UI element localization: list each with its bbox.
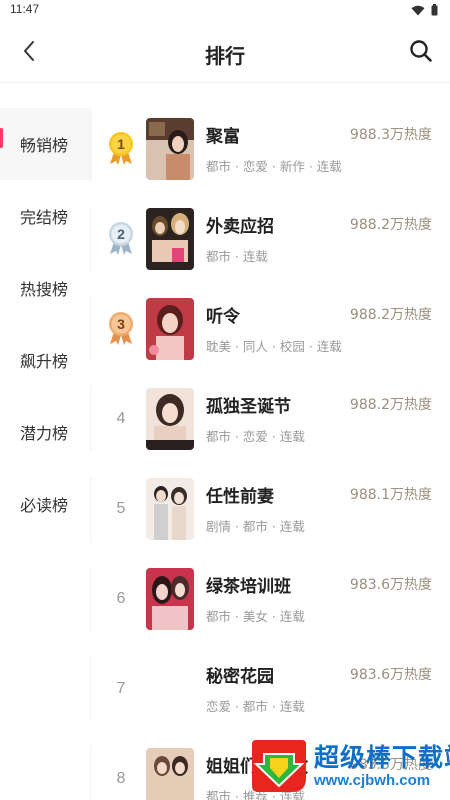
- cover-image: [146, 478, 194, 540]
- rank-number: 7: [116, 680, 126, 697]
- silver-medal-icon: 2: [109, 222, 133, 255]
- comic-cover[interactable]: [146, 748, 194, 800]
- cover-image: [146, 298, 194, 360]
- gold-medal-icon: 1: [109, 132, 133, 165]
- comic-cover[interactable]: [146, 298, 194, 360]
- watermark-text: 超级棒下载站: [314, 743, 450, 772]
- heat-count: 988.2万热度: [349, 397, 432, 413]
- comic-cover[interactable]: [146, 208, 194, 270]
- list-item[interactable]: 4 孤独圣诞节 988.2万热度 都市 · 恋爱 · 连载: [90, 380, 450, 470]
- ranking-list: 1 聚富 988.3万热度 都市 · 恋爱 · 新作 · 连载 2 外卖应招 9…: [90, 110, 450, 800]
- status-bar: 11:47: [0, 0, 450, 22]
- comic-title: 秘密花园: [206, 667, 274, 687]
- rank-number: 4: [116, 410, 126, 427]
- list-item[interactable]: 1 聚富 988.3万热度 都市 · 恋爱 · 新作 · 连载: [90, 110, 450, 200]
- rank-number: 2: [117, 226, 125, 242]
- comic-title: 聚富: [206, 127, 240, 147]
- sidebar-item-must-read[interactable]: 必读榜: [0, 468, 92, 540]
- comic-tags: 都市 · 连载: [206, 249, 268, 264]
- cover-image: [146, 208, 194, 270]
- rank-number: 3: [117, 316, 125, 332]
- cover-image: [146, 388, 194, 450]
- comic-title: 外卖应招: [206, 217, 274, 237]
- heat-count: 988.3万热度: [349, 127, 432, 143]
- status-icons: [411, 4, 438, 16]
- comic-cover[interactable]: [146, 568, 194, 630]
- rank-number: 8: [116, 770, 126, 787]
- comic-tags: 都市 · 恋爱 · 连载: [206, 429, 305, 444]
- sidebar-item-potential[interactable]: 潜力榜: [0, 396, 92, 468]
- list-item[interactable]: 7 秘密花园 983.6万热度 恋爱 · 都市 · 连载: [90, 650, 450, 740]
- watermark-url: www.cjbwh.com: [314, 772, 431, 789]
- rank-number: 6: [116, 590, 126, 607]
- wifi-icon: [411, 5, 425, 15]
- bronze-medal-icon: 3: [109, 312, 133, 345]
- sidebar-item-label: 必读榜: [20, 496, 69, 515]
- comic-title: 听令: [206, 307, 240, 327]
- header: 排行: [0, 22, 450, 82]
- comic-title: 孤独圣诞节: [206, 397, 291, 417]
- search-icon: [410, 40, 432, 62]
- sidebar-item-label: 飙升榜: [20, 352, 69, 371]
- list-item[interactable]: 5 任性前妻 988.1万热度 剧情 · 都市 · 连载: [90, 470, 450, 560]
- sidebar-item-bestseller[interactable]: 畅销榜: [0, 108, 92, 180]
- sidebar-item-rising[interactable]: 飙升榜: [0, 324, 92, 396]
- comic-tags: 剧情 · 都市 · 连载: [206, 519, 305, 534]
- battery-icon: [431, 4, 438, 16]
- list-item[interactable]: 2 外卖应招 988.2万热度 都市 · 连载: [90, 200, 450, 290]
- comic-tags: 都市 · 美女 · 连载: [206, 609, 305, 624]
- page-title: 排行: [205, 44, 245, 68]
- comic-cover[interactable]: [146, 478, 194, 540]
- heat-count: 983.6万热度: [349, 667, 432, 683]
- comic-tags: 耽美 · 同人 · 校园 · 连载: [206, 339, 342, 354]
- sidebar-item-label: 畅销榜: [20, 136, 69, 155]
- search-button[interactable]: [406, 36, 436, 66]
- cover-image: [146, 748, 194, 800]
- comic-cover[interactable]: [146, 118, 194, 180]
- comic-title: 绿茶培训班: [206, 577, 291, 597]
- cover-image: [146, 118, 194, 180]
- site-watermark: 超级棒下载站 www.cjbwh.com: [248, 734, 450, 800]
- rank-number: 1: [117, 136, 125, 152]
- sidebar-item-hot-search[interactable]: 热搜榜: [0, 252, 92, 324]
- heat-count: 983.6万热度: [349, 577, 432, 593]
- heat-count: 988.1万热度: [349, 487, 432, 503]
- sidebar-item-label: 完结榜: [20, 208, 69, 227]
- list-item[interactable]: 3 听令 988.2万热度 耽美 · 同人 · 校园 · 连载: [90, 290, 450, 380]
- comic-cover[interactable]: [146, 388, 194, 450]
- ranking-category-sidebar: 畅销榜 完结榜 热搜榜 飙升榜 潜力榜 必读榜: [0, 108, 92, 540]
- list-item[interactable]: 6 绿茶培训班 983.6万热度 都市 · 美女 · 连载: [90, 560, 450, 650]
- comic-tags: 恋爱 · 都市 · 连载: [206, 699, 305, 714]
- heat-count: 988.2万热度: [349, 217, 432, 233]
- rank-number: 5: [116, 500, 126, 517]
- status-time: 11:47: [10, 2, 40, 16]
- cover-image: [146, 568, 194, 630]
- download-logo-icon: [252, 740, 306, 792]
- heat-count: 988.2万热度: [349, 307, 432, 323]
- sidebar-item-label: 潜力榜: [20, 424, 69, 443]
- comic-title: 任性前妻: [206, 487, 274, 507]
- header-divider: [0, 82, 450, 83]
- sidebar-item-completed[interactable]: 完结榜: [0, 180, 92, 252]
- sidebar-item-label: 热搜榜: [20, 280, 69, 299]
- comic-tags: 都市 · 恋爱 · 新作 · 连载: [206, 159, 342, 174]
